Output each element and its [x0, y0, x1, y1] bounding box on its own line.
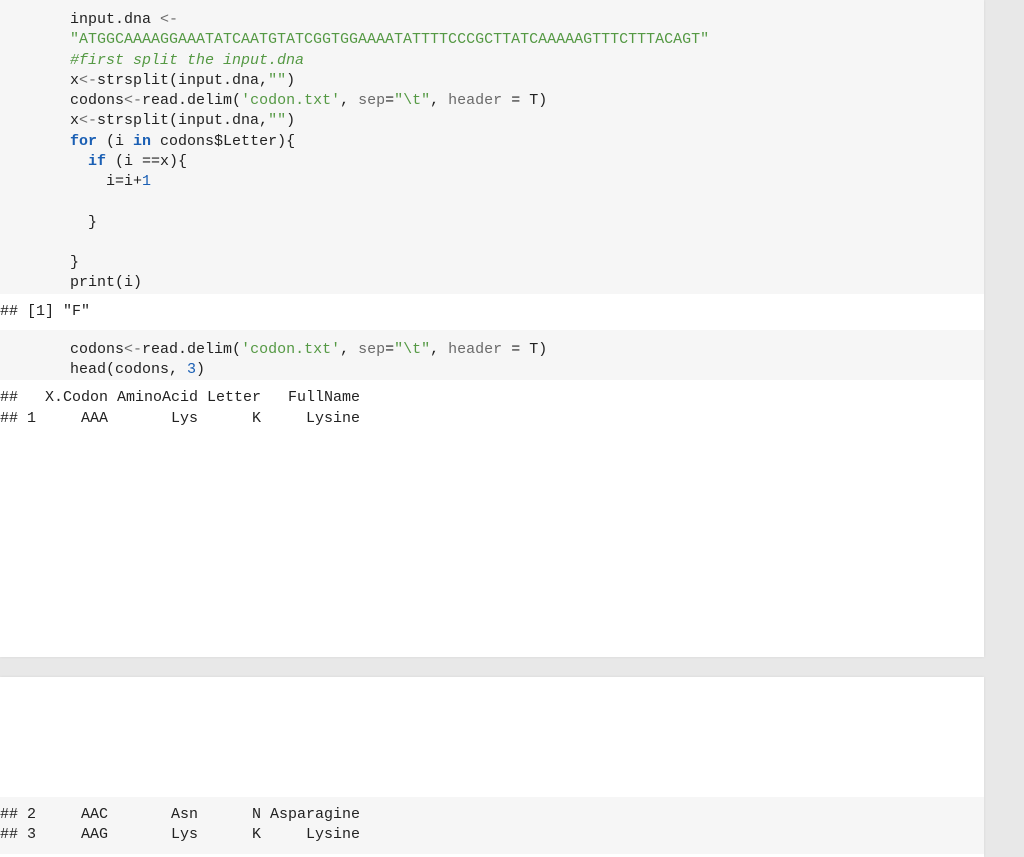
code-text: i=i+ — [70, 173, 142, 190]
output-line: ## [1] "F" — [0, 302, 984, 322]
keyword: for — [70, 133, 97, 150]
code-text: , — [340, 92, 358, 109]
code-line: print(i) — [70, 273, 954, 293]
output-line: ## 1 AAA Lys K Lysine — [0, 409, 984, 429]
code-text: = T) — [502, 92, 547, 109]
code-text: , — [430, 92, 448, 109]
assign-op: <- — [79, 72, 97, 89]
string-literal: "\t" — [394, 341, 430, 358]
keyword: in — [133, 133, 151, 150]
code-line — [70, 192, 954, 212]
code-line: head(codons, 3) — [70, 360, 954, 380]
assign-op: <- — [160, 11, 178, 28]
code-line: x<-strsplit(input.dna,"") — [70, 111, 954, 131]
document-page-1: input.dna <- "ATGGCAAAAGGAAATATCAATGTATC… — [0, 0, 984, 657]
code-text: = — [385, 341, 394, 358]
output-line: ## 3 AAG Lys K Lysine — [0, 825, 984, 845]
code-line: } — [70, 253, 954, 273]
arg-name: sep — [358, 341, 385, 358]
code-text: } — [70, 254, 79, 271]
number: 3 — [187, 361, 196, 378]
string-literal: "" — [268, 112, 286, 129]
page-wrapper: input.dna <- "ATGGCAAAAGGAAATATCAATGTATC… — [0, 0, 1024, 857]
code-line: input.dna <- — [70, 10, 954, 30]
code-line: codons<-read.delim('codon.txt', sep="\t"… — [70, 91, 954, 111]
code-text — [70, 234, 88, 251]
code-line: #first split the input.dna — [70, 51, 954, 71]
output-line: ## X.Codon AminoAcid Letter FullName — [0, 388, 984, 408]
code-text: = — [385, 92, 394, 109]
code-line: x<-strsplit(input.dna,"") — [70, 71, 954, 91]
code-text: , — [340, 341, 358, 358]
string-literal: "" — [268, 72, 286, 89]
output-block-2: ## X.Codon AminoAcid Letter FullName ## … — [0, 380, 984, 437]
output-block-3: ## 2 AAC Asn N Asparagine ## 3 AAG Lys K… — [0, 797, 984, 854]
arg-name: header — [448, 341, 502, 358]
blank-space — [0, 677, 984, 797]
code-text: , — [430, 341, 448, 358]
comment: #first split the input.dna — [70, 52, 304, 69]
string-literal: "ATGGCAAAAGGAAATATCAATGTATCGGTGGAAAATATT… — [70, 31, 709, 48]
code-line: } — [70, 213, 954, 233]
string-literal: 'codon.txt' — [241, 92, 340, 109]
code-block-1: input.dna <- "ATGGCAAAAGGAAATATCAATGTATC… — [0, 0, 984, 294]
string-literal: "\t" — [394, 92, 430, 109]
arg-name: header — [448, 92, 502, 109]
code-text — [70, 153, 88, 170]
assign-op: <- — [124, 341, 142, 358]
code-text: (i ==x){ — [106, 153, 187, 170]
code-text: strsplit(input.dna, — [97, 72, 268, 89]
code-text: input.dna — [70, 11, 160, 28]
code-line — [70, 233, 954, 253]
code-text: codons — [70, 341, 124, 358]
string-literal: 'codon.txt' — [241, 341, 340, 358]
document-page-2: ## 2 AAC Asn N Asparagine ## 3 AAG Lys K… — [0, 677, 984, 857]
code-text: (i — [97, 133, 133, 150]
code-text: head(codons, — [70, 361, 187, 378]
code-line: for (i in codons$Letter){ — [70, 132, 954, 152]
code-text: strsplit(input.dna, — [97, 112, 268, 129]
code-line: i=i+1 — [70, 172, 954, 192]
code-block-2: codons<-read.delim('codon.txt', sep="\t"… — [0, 330, 984, 381]
number: 1 — [142, 173, 151, 190]
code-line: "ATGGCAAAAGGAAATATCAATGTATCGGTGGAAAATATT… — [70, 30, 954, 50]
code-text: ) — [196, 361, 205, 378]
code-text: x — [70, 112, 79, 129]
code-line: codons<-read.delim('codon.txt', sep="\t"… — [70, 340, 954, 360]
code-text: = T) — [502, 341, 547, 358]
code-text — [70, 193, 106, 210]
code-text: read.delim( — [142, 341, 241, 358]
code-text: } — [70, 214, 97, 231]
keyword: if — [88, 153, 106, 170]
code-text: ) — [286, 72, 295, 89]
code-text: ) — [286, 112, 295, 129]
assign-op: <- — [124, 92, 142, 109]
code-text: codons — [70, 92, 124, 109]
arg-name: sep — [358, 92, 385, 109]
code-text: codons$Letter){ — [151, 133, 295, 150]
code-text: read.delim( — [142, 92, 241, 109]
code-line: if (i ==x){ — [70, 152, 954, 172]
output-block-1: ## [1] "F" — [0, 294, 984, 330]
assign-op: <- — [79, 112, 97, 129]
code-text: print(i) — [70, 274, 142, 291]
code-text: x — [70, 72, 79, 89]
output-line: ## 2 AAC Asn N Asparagine — [0, 805, 984, 825]
